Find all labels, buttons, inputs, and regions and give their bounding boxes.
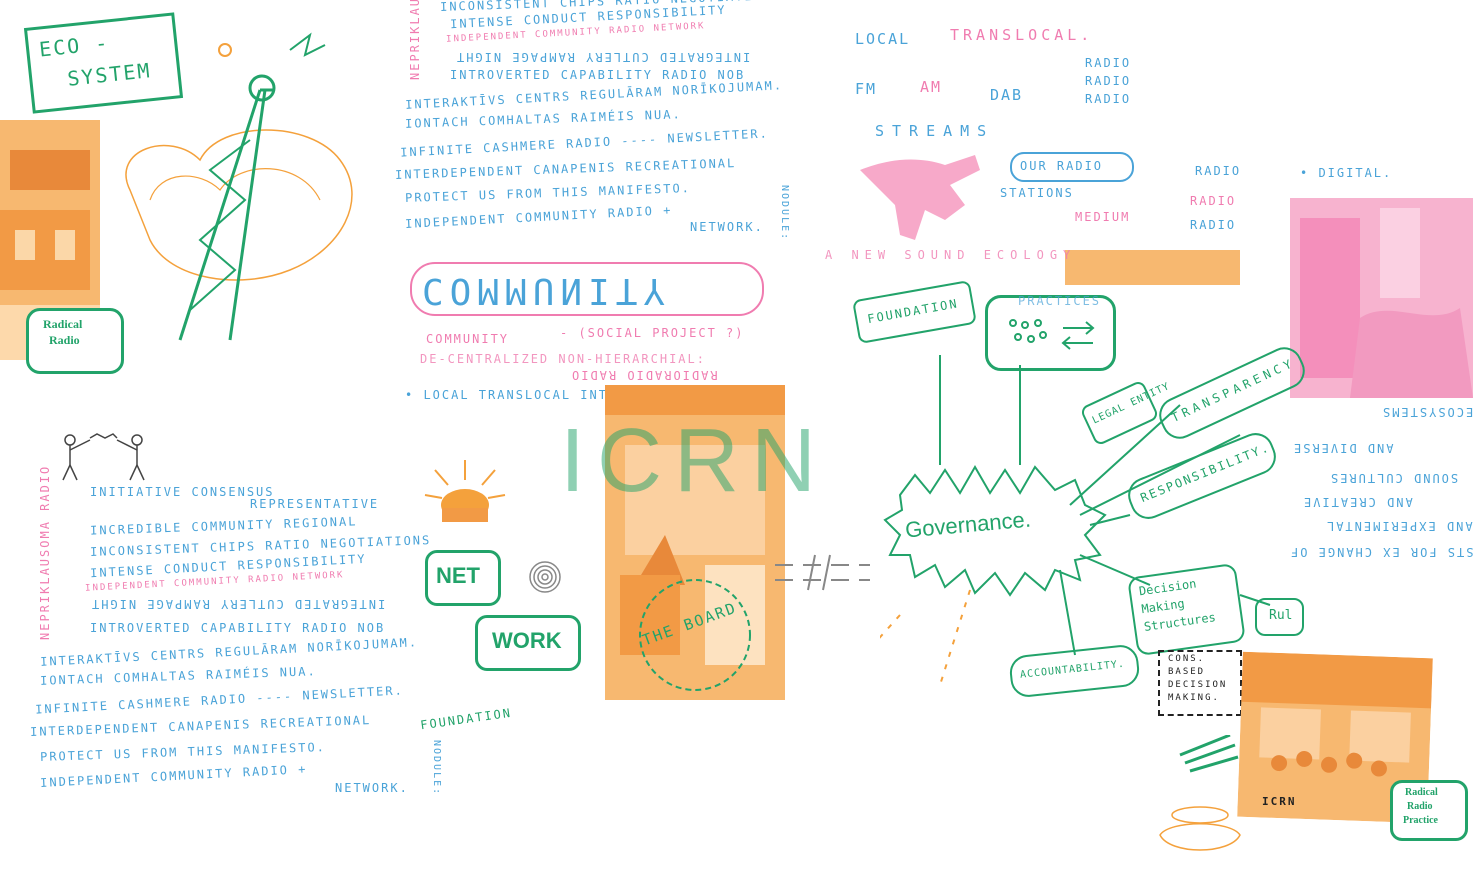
radio-tower-drawing (125, 32, 353, 341)
fm-label: FM (855, 80, 878, 98)
mirrored-text-block: ECOSYSTEMS AND DIVERSE SOUND CULTURES AN… (1288, 405, 1473, 559)
radio-stack-3: RADIO (1085, 92, 1132, 106)
community-word: COMMUNITY (426, 332, 510, 346)
rules-box: Rul (1255, 598, 1304, 636)
icrn-small-label: ICRN (1262, 795, 1297, 808)
digital-label: • DIGITAL. (1300, 166, 1393, 180)
icrn-big-text: ICRN (560, 411, 828, 511)
hand-drawing (860, 155, 980, 240)
radio-right-3: RADIO (1190, 218, 1237, 232)
streams-label: STREAMS (875, 122, 995, 140)
radio-stack-2: RADIO (1085, 74, 1132, 88)
decision-making-box: Decision Making Structures (1127, 562, 1246, 657)
sound-ecology-label: A NEW SOUND ECOLOGY (825, 248, 1077, 262)
eco-label: ECO - (37, 30, 111, 62)
stations-label: STATIONS (1000, 186, 1074, 200)
translocal-label: TRANSLOCAL. (950, 26, 1094, 44)
pink-photo (1290, 198, 1473, 398)
connector-icon (775, 554, 870, 591)
decentralized-label: DE-CENTRALIZED NON-HIERARCHIAL: (420, 352, 706, 366)
medium-label: MEDIUM (1075, 210, 1131, 224)
lower-manifesto: INITIATIVE CONSENSUS REPRESENTATIVE INCR… (29, 485, 432, 795)
foundation-box: FOUNDATION (852, 280, 977, 344)
radio-right-1: RADIO (1195, 164, 1242, 178)
work-box: WORK (475, 615, 581, 671)
social-project: - (SOCIAL PROJECT ?) (560, 326, 745, 340)
dab-label: DAB (990, 86, 1024, 104)
our-radio-pill: OUR RADIO (1010, 152, 1134, 182)
radical-radio-badge-right: Radical Radio Practice (1390, 780, 1468, 841)
local-label: LOCAL (855, 30, 911, 48)
community-big-text: COMMUNITY (422, 270, 672, 311)
radioradio-label: RADIORADIO RADIO (570, 368, 718, 382)
am-label: AM (920, 78, 943, 96)
radio-stack-1: RADIO (1085, 56, 1132, 70)
nodule-label-lower: NODULE: (431, 740, 442, 797)
bottom-doodles (1159, 735, 1241, 851)
consensus-box: CONS. BASED DECISION MAKING. (1158, 650, 1242, 716)
orange-strip (1065, 250, 1240, 285)
radio-right-2: RADIO (1190, 194, 1237, 208)
upper-manifesto: INCONSISTENT CHIPS RATIO NEGOTIATIONS IN… (394, 0, 784, 234)
nodule-label-upper: NODULE: (779, 185, 790, 242)
community-title-pill: COMMUNITY (410, 262, 764, 316)
people-icon (62, 433, 145, 481)
